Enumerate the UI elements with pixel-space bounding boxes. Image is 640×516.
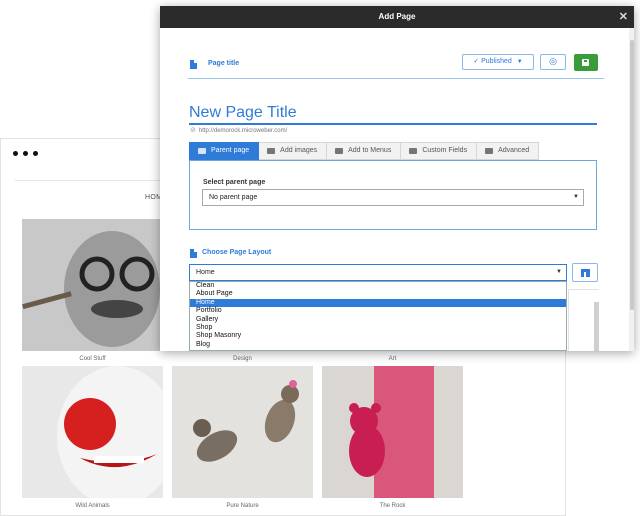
man-with-glasses-photo [22, 219, 163, 351]
layout-option[interactable]: Blog [190, 341, 566, 349]
link-icon: ⊘ [190, 127, 196, 134]
page-title-label: Page title [208, 60, 240, 67]
layout-option[interactable]: About Page [190, 290, 566, 298]
tab-advanced[interactable]: Advanced [477, 142, 540, 160]
caret-down-icon: ▼ [556, 269, 562, 275]
tab-label: Add images [280, 147, 318, 154]
tab-label: Parent page [211, 147, 250, 154]
cats-photo [172, 366, 313, 498]
document-icon [190, 249, 197, 258]
save-button[interactable] [574, 54, 598, 71]
parent-page-panel: Select parent page No parent page ▼ [189, 160, 597, 230]
page-toolbar: Page title ✓ Published ▼ ◎ [188, 52, 604, 79]
gallery-tile[interactable]: Wild Animals [22, 366, 163, 509]
close-icon[interactable]: ✕ [619, 6, 628, 28]
layout-select[interactable]: Home ▼ [189, 264, 567, 281]
tile-caption: Cool Stuff [79, 356, 106, 362]
check-icon: ✓ [473, 58, 480, 65]
published-label: Published [481, 58, 512, 65]
tab-add-to-menus[interactable]: Add to Menus [327, 142, 402, 160]
gallery-tile[interactable]: Cool Stuff [22, 219, 163, 362]
layout-option[interactable]: Shop [190, 324, 566, 332]
tile-caption: Art [388, 356, 397, 362]
tab-label: Add to Menus [348, 147, 392, 154]
tab-label: Advanced [498, 147, 530, 154]
layout-icon [581, 269, 590, 277]
layout-option[interactable]: Portfolio [190, 307, 566, 315]
layout-preview [568, 289, 599, 351]
layout-template-button[interactable] [572, 263, 598, 282]
parent-page-select[interactable]: No parent page ▼ [202, 189, 584, 206]
layout-option-selected[interactable]: Home [190, 298, 566, 308]
menu-dots-icon[interactable] [13, 151, 38, 156]
layout-option[interactable]: Clean [190, 282, 566, 290]
tile-caption: Wild Animals [75, 503, 110, 509]
floppy-icon [582, 59, 589, 66]
caret-down-icon: ▼ [516, 59, 523, 65]
page-title-input[interactable]: New Page Title [189, 104, 597, 125]
menu-icon [335, 148, 344, 154]
tab-custom-fields[interactable]: Custom Fields [401, 142, 478, 160]
layout-option[interactable]: Gallery [190, 316, 566, 324]
page-url-text: http://demorock.microweber.com/ [198, 128, 288, 134]
parent-page-label: Select parent page [203, 179, 266, 186]
tile-caption: Pure Nature [226, 503, 259, 509]
page-tabs: Parent page Add images Add to Menus Cust… [189, 142, 540, 160]
tab-label: Custom Fields [422, 147, 468, 154]
fields-icon [409, 148, 418, 154]
clown-photo [22, 366, 163, 498]
gallery-tile[interactable]: Pure Nature [172, 366, 313, 509]
teddy-bear-photo [322, 366, 463, 498]
page-url[interactable]: ⊘ http://demorock.microweber.com/ [190, 126, 287, 134]
preview-scrollbar[interactable] [594, 302, 599, 351]
preview-button[interactable]: ◎ [540, 54, 566, 70]
modal-header: Add Page ✕ [160, 6, 634, 28]
layout-dropdown-list: Clean About Page Home Portfolio Gallery … [189, 281, 567, 351]
tile-caption: Design [233, 356, 252, 362]
folder-icon [198, 148, 206, 154]
image-icon [267, 148, 276, 154]
gallery-tile[interactable]: The Rock [322, 366, 463, 509]
eye-icon: ◎ [549, 56, 557, 66]
layout-option[interactable]: Shop Masonry [190, 332, 566, 340]
caret-down-icon: ▼ [573, 194, 579, 200]
layout-value: Home [196, 269, 215, 276]
published-button[interactable]: ✓ Published ▼ [462, 54, 534, 70]
tile-caption: The Rock [379, 503, 406, 509]
choose-layout-label: Choose Page Layout [202, 249, 272, 256]
document-icon [190, 60, 197, 69]
parent-page-value: No parent page [209, 194, 258, 201]
modal-title: Add Page [378, 12, 416, 21]
tab-parent-page[interactable]: Parent page [189, 142, 260, 160]
tab-add-images[interactable]: Add images [259, 142, 328, 160]
modal-scroll-thumb[interactable] [630, 40, 634, 310]
monitor-icon [485, 148, 494, 154]
